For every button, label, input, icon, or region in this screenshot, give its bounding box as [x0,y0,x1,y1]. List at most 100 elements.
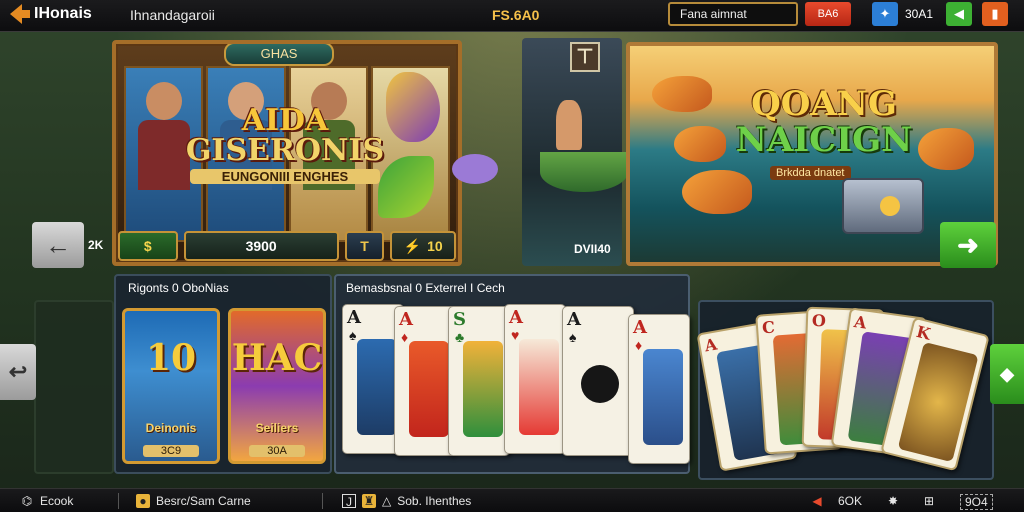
coin-icon [880,196,900,216]
playing-card-6[interactable]: A ♦ [628,314,690,464]
card-art [643,349,683,445]
diamond-icon: ♦ [635,337,643,353]
bottom-item-sob[interactable]: J ♜ △ Sob. Ihenthes [342,494,472,509]
bottom-item-ok-label: 6OK [838,494,863,508]
playing-card-4[interactable]: A ♥ [504,304,566,454]
bottom-bar: ⌬ Ecook ● Besrc/Sam Carne J ♜ △ Sob. Ihe… [0,488,1024,512]
bottom-item-ecook[interactable]: ⌬ Ecook [20,494,74,508]
slot-controls: $ 3900 T ⚡ 10 [114,228,460,264]
card-art [463,341,503,437]
settings-icon[interactable]: ✸ [886,494,900,508]
section-fan-cards: A C O A K [696,300,994,480]
red-action-button[interactable]: BA6 [805,2,851,26]
balance-display: FS.6A0 [492,7,540,23]
section-cards: Bemasbsnal 0 Exterrel I Cech A ♠ A ♦ S ♣… [334,274,690,474]
card-rank: S [453,309,466,330]
fish-icon [452,154,498,184]
card-rank: A [703,334,719,356]
fishing-title-line1: QOANG [751,84,897,124]
share-icon[interactable]: ✦ [872,2,898,26]
grid-icon[interactable]: ⊞ [922,494,936,508]
menu-icon[interactable]: ▮ [982,2,1008,26]
game-card-2[interactable]: HAC Seiliers 30A [228,308,326,464]
fish-icon-3 [682,170,752,214]
bottom-item-ecook-label: Ecook [40,494,74,508]
back-arrow-icon [10,4,30,24]
win-display: ⚡ 10 [390,231,456,261]
spade-icon: ♠ [349,327,357,343]
side-panel [34,300,114,474]
search-input[interactable]: Fana aimnat [668,2,798,26]
card-rank: K [914,321,933,344]
prev-arrow-button[interactable]: ← [32,222,84,268]
notification-count: 30A1 [905,7,934,21]
fish-icon-4 [918,128,974,170]
bet-amount-field[interactable]: 3900 [183,231,339,261]
bottom-item-ok[interactable]: ◀ 6OK [810,494,862,508]
playing-card-2[interactable]: A ♦ [394,306,456,456]
slot-tagline: EUNGONIII ENGHES [190,169,380,184]
bottom-item-sob-label: Sob. Ihenthes [397,494,472,508]
spade-icon: ♠ [569,329,577,345]
card-rank: A [852,312,868,333]
fishing-title-line2: NAICIGN [735,120,913,160]
lightning-icon: ⚡ [403,237,422,254]
triangle-icon: △ [382,494,392,508]
game-card-1-art: 10 [145,337,197,379]
slot-banner: GHAS [224,44,334,66]
flag-icon: ⊤ [570,42,600,72]
section-featured: Rigonts 0 OboNias 10 Deinonis 3C9 HAC Se… [114,274,332,474]
fishing-title: QOANG NAICIGN [734,86,914,158]
playing-card-3[interactable]: S ♣ [448,306,510,456]
game-card-1[interactable]: 10 Deinonis 3C9 [122,308,220,464]
coin-button[interactable]: $ [118,231,178,261]
card-rank: A [399,309,413,330]
arrow-left-icon: ◀ [812,494,822,508]
heart-icon: ♥ [511,327,520,343]
card-art [519,339,559,435]
playing-card-5[interactable]: A ♠ [562,306,634,456]
page-indicator: 2K [88,238,104,252]
page-subtitle: Ihnandagaroii [130,7,215,23]
boat-icon [540,152,628,192]
game-card-1-name: Deinonis [145,421,197,435]
top-bar: IHonais Ihnandagaroii FS.6A0 Fana aimnat… [0,0,1024,32]
game-card-1-value: 3C9 [143,445,199,457]
bet-step-button[interactable]: T [344,231,385,261]
fisherman-icon [556,100,582,150]
divider [118,493,119,509]
bottom-item-fullscreen[interactable]: 9O4 [960,494,993,510]
logo-text: IHonais [34,5,92,22]
bottom-item-num: J [342,494,356,509]
next-arrow-button[interactable]: ➜ [940,222,996,268]
boat-label: DVII40 [574,242,611,256]
next-arrow-button-2[interactable]: ◆ [990,344,1024,404]
bottom-item-fullscreen-label: 9O4 [965,495,988,509]
fish-icon-1 [652,76,712,112]
puzzle-icon: ⌬ [21,494,33,508]
slot-title-line2: GISERONIS [185,133,385,168]
diamond-icon: ♦ [401,329,409,345]
coin-icon: ● [136,494,150,508]
card-rank: A [509,307,523,328]
section-cards-title: Bemasbsnal 0 Exterrel I Cech [346,281,505,295]
win-value: 10 [427,238,443,254]
card-rank: A [347,307,361,328]
card-art [409,341,449,437]
bomb-icon [581,365,619,403]
trophy-icon: ♜ [362,494,376,508]
card-art [357,339,397,435]
card-rank: O [811,310,827,331]
back-green-icon[interactable]: ◀ [946,2,972,26]
game-card-2-art: HAC [231,337,323,379]
card-rank: A [567,309,581,330]
card-art [897,341,979,463]
prev-arrow-button-2[interactable]: ↩ [0,344,36,400]
bottom-item-search[interactable]: ● Besrc/Sam Carne [136,494,251,508]
app-logo[interactable]: IHonais [10,4,92,24]
card-rank: A [633,317,647,338]
fish-icon-2 [674,126,726,162]
game-card-2-value: 30A [249,445,305,457]
section-featured-title: Rigonts 0 OboNias [128,281,229,295]
bottom-item-search-label: Besrc/Sam Carne [156,494,251,508]
